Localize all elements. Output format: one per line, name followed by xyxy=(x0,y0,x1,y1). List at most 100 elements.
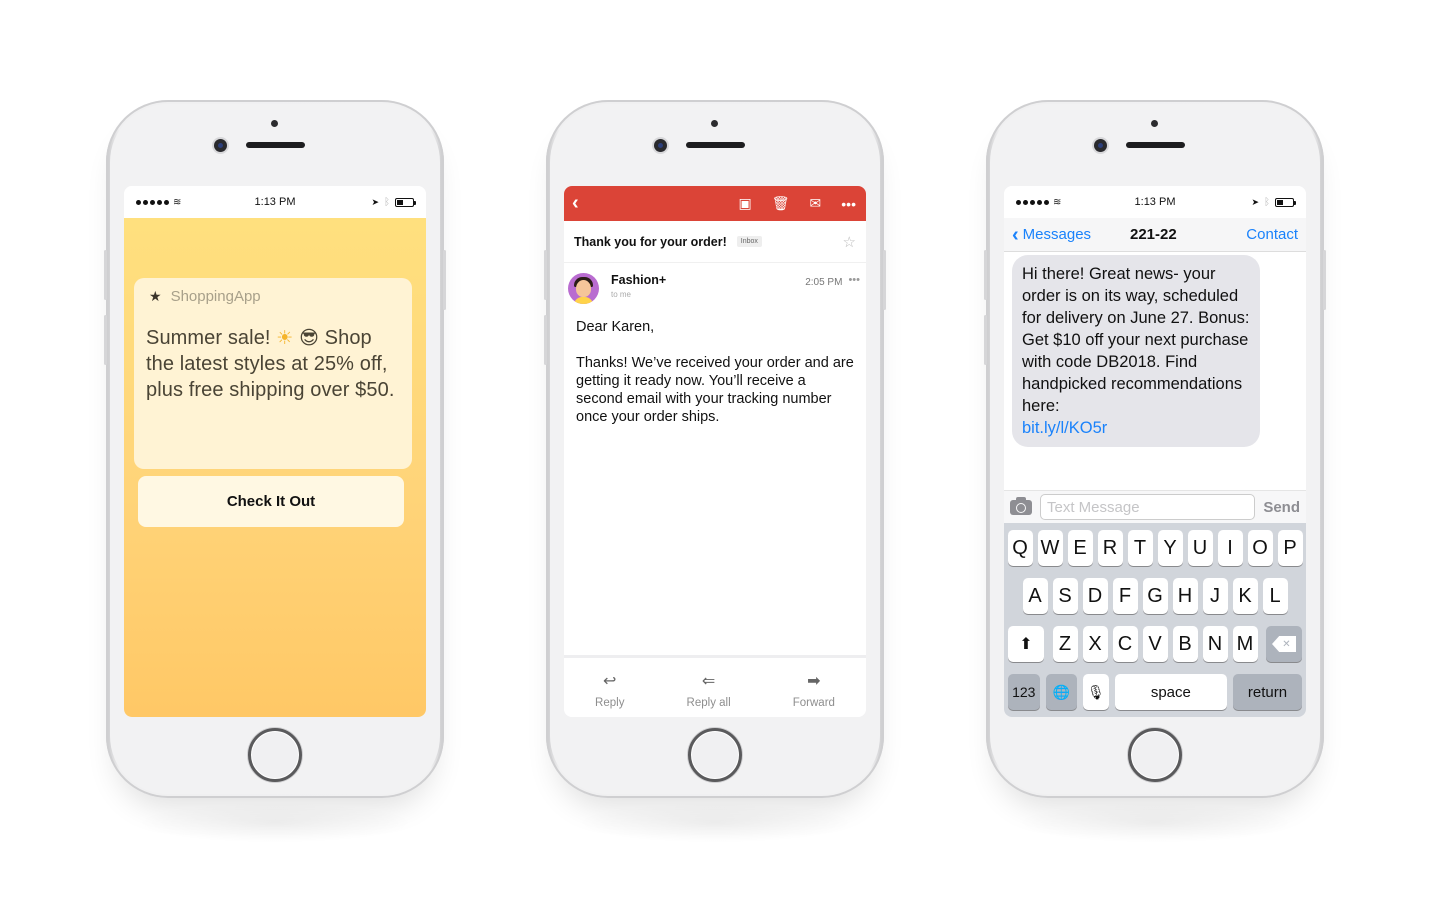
check-it-out-button[interactable]: Check It Out xyxy=(138,476,404,527)
keyboard: QWERTYUIOP ASDFGHJKL ⬆ ZXCVBNM ✕ 123 🌐 🎙… xyxy=(1004,523,1306,717)
email-time: 2:05 PM xyxy=(805,277,843,288)
reply-button[interactable]: ↩ Reply xyxy=(595,671,624,709)
more-icon[interactable]: ••• xyxy=(841,196,856,212)
email-body: Dear Karen, Thanks! We’ve received your … xyxy=(564,310,866,452)
status-bar: ≋ 1:13 PM ➤ ᛒ xyxy=(124,186,426,218)
back-to-messages-button[interactable]: ‹ Messages xyxy=(1012,225,1091,245)
power-button xyxy=(883,250,886,310)
key-u[interactable]: U xyxy=(1187,530,1213,566)
home-button[interactable] xyxy=(248,728,302,782)
key-d[interactable]: D xyxy=(1082,578,1108,614)
app-name: ShoppingApp xyxy=(170,288,261,305)
messages-nav-bar: ‹ Messages 221-22 Contact xyxy=(1004,218,1306,252)
sun-emoji-icon: ☀ xyxy=(276,327,294,349)
space-key[interactable]: space xyxy=(1114,674,1228,710)
globe-icon: 🌐 xyxy=(1052,683,1071,700)
archive-icon[interactable]: ▣ xyxy=(739,195,752,212)
front-camera xyxy=(654,139,667,152)
star-icon[interactable]: ☆ xyxy=(843,233,856,251)
volume-up-button xyxy=(104,250,107,300)
proximity-sensor xyxy=(1151,120,1158,127)
key-e[interactable]: E xyxy=(1067,530,1093,566)
email-greeting: Dear Karen, xyxy=(576,319,655,335)
key-r[interactable]: R xyxy=(1097,530,1123,566)
trash-icon[interactable]: 🗑 xyxy=(772,195,790,212)
message-thread: Hi there! Great news- your order is on i… xyxy=(1004,252,1306,490)
earpiece-speaker xyxy=(1126,142,1185,148)
reply-all-icon: ⇐ xyxy=(701,672,716,690)
text-message-input[interactable] xyxy=(1040,494,1256,520)
chevron-left-icon[interactable]: ‹ xyxy=(572,192,592,215)
reply-all-button[interactable]: ⇐ Reply all xyxy=(687,671,731,709)
key-m[interactable]: M xyxy=(1232,626,1258,662)
mail-icon[interactable]: ✉ xyxy=(810,195,822,212)
key-v[interactable]: V xyxy=(1142,626,1168,662)
microphone-icon: 🎙 xyxy=(1086,683,1105,700)
key-j[interactable]: J xyxy=(1202,578,1228,614)
sunglasses-emoji-icon: 😎 xyxy=(299,327,319,349)
contact-button[interactable]: Contact xyxy=(1246,226,1298,243)
volume-up-button xyxy=(544,250,547,300)
notification-card[interactable]: ★ ShoppingApp Summer sale! ☀ 😎 Shop the … xyxy=(134,278,412,469)
key-t[interactable]: T xyxy=(1127,530,1153,566)
keyboard-row-2: ASDFGHJKL xyxy=(1006,578,1304,614)
volume-up-button xyxy=(984,250,987,300)
earpiece-speaker xyxy=(246,142,305,148)
message-prefix: Summer sale! xyxy=(146,327,271,349)
key-k[interactable]: K xyxy=(1232,578,1258,614)
key-w[interactable]: W xyxy=(1037,530,1063,566)
shift-key[interactable]: ⬆ xyxy=(1008,626,1044,662)
key-x[interactable]: X xyxy=(1082,626,1108,662)
screen: ≋ 1:13 PM ➤ ᛒ ‹ Messages 221-22 Contact … xyxy=(1004,186,1306,717)
email-toolbar: ‹ ▣ 🗑 ✉ ••• xyxy=(564,186,866,221)
key-a[interactable]: A xyxy=(1022,578,1048,614)
sender-recipient[interactable]: to me xyxy=(611,290,805,299)
key-l[interactable]: L xyxy=(1262,578,1288,614)
message-bubble: Hi there! Great news- your order is on i… xyxy=(1012,255,1260,447)
key-i[interactable]: I xyxy=(1217,530,1243,566)
email-footer: ↩ Reply ⇐ Reply all ➡ Forward xyxy=(564,655,866,717)
volume-down-button xyxy=(984,315,987,365)
delete-key[interactable]: ✕ xyxy=(1266,626,1302,662)
proximity-sensor xyxy=(271,120,278,127)
shift-icon: ⬆ xyxy=(1019,636,1033,653)
key-y[interactable]: Y xyxy=(1157,530,1183,566)
key-n[interactable]: N xyxy=(1202,626,1228,662)
key-h[interactable]: H xyxy=(1172,578,1198,614)
bluetooth-icon: ᛒ xyxy=(1264,196,1270,208)
key-o[interactable]: O xyxy=(1247,530,1273,566)
home-button[interactable] xyxy=(1128,728,1182,782)
key-q[interactable]: Q xyxy=(1007,530,1033,566)
wifi-icon: ≋ xyxy=(1053,196,1062,208)
inbox-badge[interactable]: Inbox xyxy=(736,236,762,247)
phone-sms: ≋ 1:13 PM ➤ ᛒ ‹ Messages 221-22 Contact … xyxy=(984,100,1326,843)
status-bar: ≋ 1:13 PM ➤ ᛒ xyxy=(1004,186,1306,218)
email-subject: Thank you for your order! xyxy=(574,234,727,249)
phone-email: ‹ ▣ 🗑 ✉ ••• Thank you for your order! In… xyxy=(544,100,886,843)
more-icon[interactable]: ••• xyxy=(848,274,860,286)
home-button[interactable] xyxy=(688,728,742,782)
camera-icon[interactable] xyxy=(1010,496,1032,515)
email-paragraph: Thanks! We’ve received your order and ar… xyxy=(576,355,854,425)
message-link[interactable]: bit.ly/l/KO5r xyxy=(1022,417,1250,439)
return-key[interactable]: return xyxy=(1233,674,1302,710)
key-f[interactable]: F xyxy=(1112,578,1138,614)
reply-icon: ↩ xyxy=(603,672,617,690)
key-s[interactable]: S xyxy=(1052,578,1078,614)
front-camera xyxy=(214,139,227,152)
power-button xyxy=(1323,250,1326,310)
keyboard-row-1: QWERTYUIOP xyxy=(1006,530,1304,566)
key-p[interactable]: P xyxy=(1277,530,1303,566)
key-z[interactable]: Z xyxy=(1052,626,1078,662)
key-g[interactable]: G xyxy=(1142,578,1168,614)
conversation-title: 221-22 xyxy=(1130,226,1177,243)
forward-button[interactable]: ➡ Forward xyxy=(793,671,835,709)
key-b[interactable]: B xyxy=(1172,626,1198,662)
dictation-key[interactable]: 🎙 xyxy=(1083,674,1109,710)
globe-key[interactable]: 🌐 xyxy=(1045,674,1078,710)
key-c[interactable]: C xyxy=(1112,626,1138,662)
earpiece-speaker xyxy=(686,142,745,148)
battery-icon xyxy=(395,197,416,207)
send-button[interactable]: Send xyxy=(1263,499,1300,516)
numbers-key[interactable]: 123 xyxy=(1008,674,1040,710)
